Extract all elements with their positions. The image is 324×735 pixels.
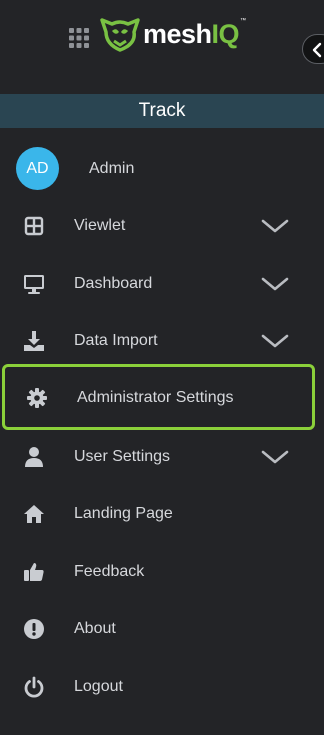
- sidebar-panel: meshIQ ™ Track AD Admin Viewlet Dashboar…: [0, 0, 324, 735]
- sidebar-header: meshIQ ™: [0, 0, 324, 94]
- owl-logo-icon: [100, 18, 140, 52]
- menu-item-data-import[interactable]: Data Import: [0, 315, 324, 367]
- monitor-icon: [23, 273, 45, 295]
- menu-item-dashboard[interactable]: Dashboard: [0, 258, 324, 310]
- menu-item-label: Data Import: [74, 332, 158, 349]
- apps-grid-icon[interactable]: [68, 27, 90, 49]
- user-icon: [23, 446, 45, 468]
- menu-item-administrator-settings[interactable]: Administrator Settings: [2, 364, 315, 430]
- user-name: Admin: [89, 160, 135, 177]
- chevron-down-icon[interactable]: [261, 218, 289, 234]
- avatar: AD: [16, 147, 59, 190]
- menu-item-logout[interactable]: Logout: [0, 661, 324, 713]
- menu-item-label: Feedback: [74, 563, 145, 580]
- logo-wordmark: meshIQ: [143, 18, 240, 49]
- menu-item-label: Landing Page: [74, 505, 173, 522]
- menu-item-label: Administrator Settings: [77, 389, 234, 406]
- chevron-down-icon[interactable]: [261, 449, 289, 465]
- collapse-sidebar-button[interactable]: [302, 34, 324, 64]
- menu-item-user-settings[interactable]: User Settings: [0, 431, 324, 483]
- menu-item-viewlet[interactable]: Viewlet: [0, 200, 324, 252]
- chevron-down-icon[interactable]: [261, 276, 289, 292]
- menu-item-about[interactable]: About: [0, 603, 324, 655]
- menu-item-label: Dashboard: [74, 275, 153, 292]
- info-icon: [23, 618, 45, 640]
- trademark: ™: [240, 18, 247, 24]
- section-title: Track: [138, 100, 186, 121]
- menu-item-label: Logout: [74, 678, 123, 695]
- home-icon: [23, 503, 45, 525]
- chevron-left-icon: [312, 42, 322, 58]
- download-icon: [23, 330, 45, 352]
- menu-item-feedback[interactable]: Feedback: [0, 546, 324, 598]
- thumbs-up-icon: [23, 561, 45, 583]
- meshiq-logo[interactable]: meshIQ ™: [98, 12, 246, 56]
- chevron-down-icon[interactable]: [261, 333, 289, 349]
- menu-item-label: User Settings: [74, 448, 171, 465]
- menu-item-label: Viewlet: [74, 217, 126, 234]
- gear-icon: [26, 387, 48, 409]
- user-profile[interactable]: AD Admin: [0, 147, 324, 191]
- menu-item-label: About: [74, 620, 116, 637]
- section-title-bar: Track: [0, 94, 324, 128]
- menu-item-landing-page[interactable]: Landing Page: [0, 488, 324, 540]
- power-icon: [23, 676, 45, 698]
- grid-icon: [23, 215, 45, 237]
